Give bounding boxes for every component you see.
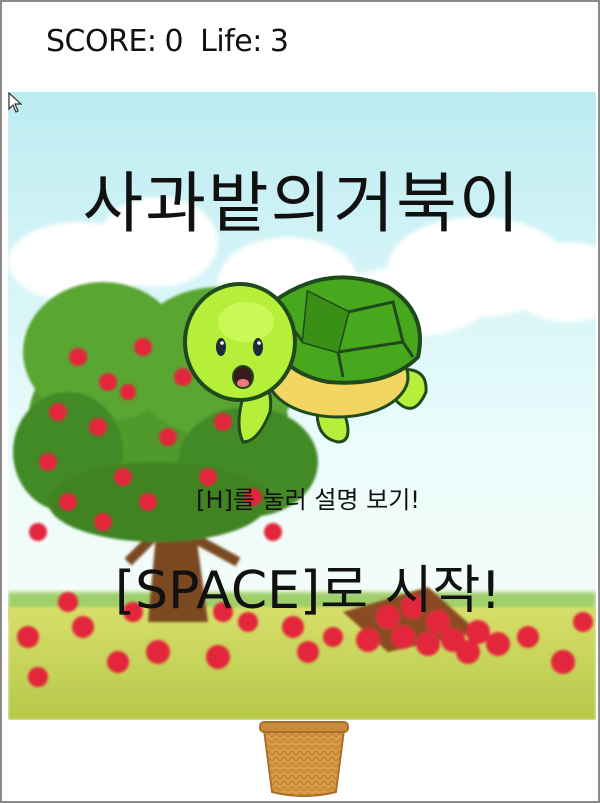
mouse-cursor-icon: [8, 92, 23, 113]
hud: SCORE: 0 Life: 3: [46, 24, 296, 59]
life-value: 3: [269, 24, 289, 59]
start-hint: [SPACE]로 시작!: [114, 561, 502, 621]
game-frame: SCORE: 0 Life: 3 사과밭의거북이 [H]를 눌러 설명 보기! …: [0, 0, 600, 803]
help-hint: [H]를 눌러 설명 보기!: [196, 486, 420, 514]
life-label: Life:: [200, 24, 262, 59]
basket-player: [259, 721, 349, 797]
game-title: 사과밭의거북이: [82, 165, 522, 242]
score-label: SCORE:: [46, 24, 157, 59]
game-canvas[interactable]: 사과밭의거북이 [H]를 눌러 설명 보기! [SPACE]로 시작!: [8, 92, 596, 720]
score-value: 0: [164, 24, 184, 59]
